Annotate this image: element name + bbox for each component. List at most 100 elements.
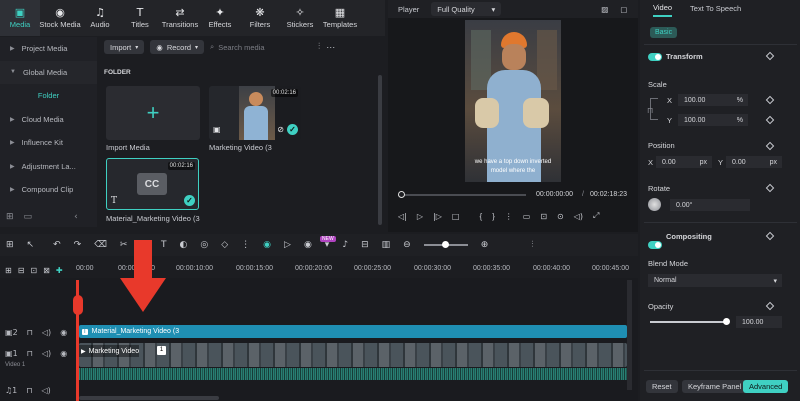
volume-icon[interactable]: ◁) xyxy=(574,212,583,221)
crop-icon[interactable]: ⊡ xyxy=(540,212,547,221)
position-x-input[interactable]: 0.00 px xyxy=(656,156,712,168)
track-visibility-icon[interactable]: ◉ xyxy=(60,328,67,337)
mark-out-icon[interactable]: } xyxy=(492,212,495,221)
timeline-h-scrollbar[interactable] xyxy=(79,396,219,400)
record-button[interactable]: ◉ Record ▾ xyxy=(150,40,205,54)
group-icon[interactable]: ⊟ xyxy=(18,266,25,275)
title-clip[interactable]: T Material_Marketing Video (3 xyxy=(79,325,627,338)
voiceover-icon[interactable]: ♪ xyxy=(342,240,348,250)
opacity-slider[interactable] xyxy=(650,321,728,323)
monitor-icon[interactable]: ▭ xyxy=(523,212,531,221)
compositing-toggle[interactable] xyxy=(648,241,662,249)
fullscreen-icon[interactable]: ▢ xyxy=(620,5,627,14)
zoom-out-icon[interactable]: ⊖ xyxy=(403,240,411,250)
nav-cloud-media[interactable]: ▶ Cloud Media xyxy=(0,108,97,132)
layout-icon[interactable]: ⊞ xyxy=(6,240,14,250)
tab-filters[interactable]: ❋ Filters xyxy=(240,0,280,36)
stop-icon[interactable]: □ xyxy=(452,212,460,221)
scrubber-handle[interactable] xyxy=(398,191,405,198)
expand-icon[interactable]: ⤢ xyxy=(593,211,599,221)
tab-stickers[interactable]: ✧ Stickers xyxy=(280,0,320,36)
transform-toggle[interactable] xyxy=(648,53,662,61)
advanced-button[interactable]: Advanced xyxy=(743,380,789,393)
track-lock-icon[interactable]: ⊓ xyxy=(26,386,32,395)
position-y-input[interactable]: 0.00 px xyxy=(726,156,782,168)
nav-adjustment-layer[interactable]: ▶ Adjustment La... xyxy=(0,155,97,179)
lock-icon[interactable]: ⊠ xyxy=(43,266,50,275)
color-icon[interactable]: ◐ xyxy=(180,240,188,250)
camera-icon[interactable]: ⊙ xyxy=(557,212,564,221)
more-icon[interactable]: ⋮ xyxy=(505,212,513,221)
ai-tools-icon[interactable]: ◉ xyxy=(263,240,271,250)
add-track-icon[interactable]: ⊞ xyxy=(5,266,12,275)
nav-global-media[interactable]: ▼ Global Media xyxy=(0,60,97,84)
view-options-icon[interactable]: ⫶ xyxy=(531,240,533,250)
scale-x-input[interactable]: 100.00% xyxy=(678,94,748,106)
blend-mode-dropdown[interactable]: Normal ▾ xyxy=(648,274,782,287)
render-icon[interactable]: ▷ xyxy=(284,240,291,250)
track-lock-icon[interactable]: ⊓ xyxy=(27,349,33,358)
snapshot-icon[interactable]: ▨ xyxy=(601,5,608,14)
lock-icon[interactable]: ⊓ xyxy=(647,106,653,115)
tab-audio[interactable]: ♫ Audio xyxy=(80,0,120,36)
snap-icon[interactable]: ▥ xyxy=(382,240,391,250)
magnet-icon[interactable]: ✚ xyxy=(56,266,63,275)
tab-text-to-speech[interactable]: Text To Speech xyxy=(690,4,741,16)
quality-dropdown[interactable]: Full Quality ▾ xyxy=(431,2,502,16)
detach-icon[interactable]: ⊟ xyxy=(361,240,369,250)
rotate-dial[interactable] xyxy=(648,198,661,211)
keyframe-panel-button[interactable]: Keyframe Panel xyxy=(682,380,748,393)
track-lock-icon[interactable]: ⊓ xyxy=(27,328,33,337)
playback-scrubber[interactable] xyxy=(398,194,526,196)
nav-compound-clip[interactable]: ▶ Compound Clip xyxy=(0,178,97,202)
undo-icon[interactable]: ↶ xyxy=(53,240,61,250)
media-scrollbar[interactable] xyxy=(378,75,382,225)
nav-influence-kit[interactable]: ▶ Influence Kit xyxy=(0,131,97,155)
audio-waveform[interactable] xyxy=(79,368,627,380)
track-audio-icon[interactable]: ◁) xyxy=(42,386,51,395)
filter-icon[interactable]: ⫶ xyxy=(318,42,320,52)
adjust-icon[interactable]: ⋮ xyxy=(241,240,250,250)
marketing-video-card[interactable]: 00:02:16 ▣ ⊘ ✓ xyxy=(209,86,301,140)
tab-media[interactable]: ▣ Media xyxy=(0,0,40,36)
mark-in-icon[interactable]: { xyxy=(479,212,482,221)
folder-icon[interactable]: ▭ xyxy=(24,212,33,222)
track-visibility-icon[interactable]: ◉ xyxy=(60,349,67,358)
material-subtitle-card[interactable]: CC 00:02:16 T ✓ xyxy=(106,158,199,210)
track-audio-icon[interactable]: ◁) xyxy=(42,349,51,358)
nav-folder[interactable]: Folder xyxy=(0,84,97,108)
opacity-slider-handle[interactable] xyxy=(723,318,730,325)
reset-button[interactable]: Reset xyxy=(646,380,678,393)
new-folder-icon[interactable]: ⊞ xyxy=(6,212,14,222)
track-audio-icon[interactable]: ◁) xyxy=(42,328,51,337)
rotate-input[interactable]: 0.00° xyxy=(670,199,750,211)
delete-icon[interactable]: ⌫ xyxy=(94,240,107,250)
tab-video[interactable]: Video xyxy=(653,3,673,17)
keyframe-toolbar-icon[interactable]: ◇ xyxy=(221,240,228,250)
redo-icon[interactable]: ↷ xyxy=(74,240,82,250)
tab-transitions[interactable]: ⇄ Transitions xyxy=(160,0,200,36)
tab-effects[interactable]: ✦ Effects xyxy=(200,0,240,36)
nav-project-media[interactable]: ▶ Project Media xyxy=(0,37,97,61)
speed-icon[interactable]: ◎ xyxy=(200,240,208,250)
scale-y-input[interactable]: 100.00% xyxy=(678,114,748,126)
link-icon[interactable]: ⊡ xyxy=(30,266,37,275)
zoom-slider[interactable] xyxy=(423,241,468,248)
import-media-card[interactable]: + xyxy=(106,86,200,140)
tab-stock-media[interactable]: ◉ Stock Media xyxy=(39,0,80,36)
select-tool-icon[interactable]: ↖ xyxy=(27,240,35,250)
video-clip[interactable]: ▶ Marketing Video 1 xyxy=(79,343,627,367)
more-options-icon[interactable]: ··· xyxy=(326,42,335,52)
search-input[interactable]: ⌕ Search media xyxy=(210,42,310,52)
record-icon[interactable]: ◉ xyxy=(304,240,312,250)
play-icon[interactable]: ▷ xyxy=(417,212,423,221)
collapse-panel-icon[interactable]: ‹ xyxy=(74,212,78,222)
playhead-handle[interactable] xyxy=(73,295,83,315)
tab-titles[interactable]: T Titles xyxy=(120,0,160,36)
timeline-scrollbar[interactable] xyxy=(627,280,632,390)
next-frame-icon[interactable]: |▷ xyxy=(433,212,442,221)
zoom-in-icon[interactable]: ⊕ xyxy=(481,240,489,250)
tab-templates[interactable]: ▦ Templates xyxy=(320,0,360,36)
import-button[interactable]: Import ▾ xyxy=(104,40,145,54)
opacity-input[interactable]: 100.00 xyxy=(736,316,782,328)
